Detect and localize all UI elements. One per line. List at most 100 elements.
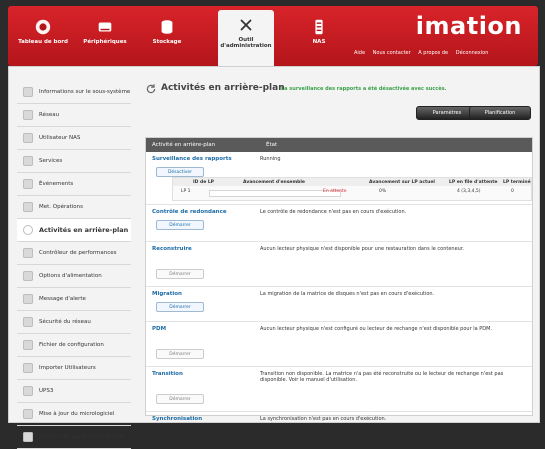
main-content: Informations sur le sous-système Réseau … <box>8 66 540 449</box>
nav-devices[interactable]: Périphériques <box>76 12 134 62</box>
network-icon <box>23 110 33 120</box>
queue-value: 4 (3,3,4,5) <box>457 189 481 194</box>
import-users-icon <box>23 363 33 373</box>
sidebar-item-label: Services <box>39 158 63 164</box>
sidebar-item-firmware-update[interactable]: Mise à jour du micrologiciel <box>17 403 131 426</box>
page-header: Activités en arrière-plan La surveillanc… <box>145 81 531 120</box>
ups-icon <box>23 386 33 396</box>
subtable-col-done: LP terminé <box>503 179 531 185</box>
sidebar-item-label: Réseau <box>39 112 60 118</box>
sidebar-item-configuration-file[interactable]: Fichier de configuration <box>17 334 131 357</box>
done-value: 0 <box>511 189 514 194</box>
sidebar-item-label: Utilisateur NAS <box>39 135 81 141</box>
start-button[interactable]: Démarrer <box>156 302 204 312</box>
performance-icon <box>23 248 33 258</box>
app-frame: imation Tableau de bord Périphériques St… <box>0 0 545 449</box>
activity-status: Le contrôle de redondance n'est pas en c… <box>260 209 407 215</box>
nav-label: Périphériques <box>83 39 127 45</box>
sidebar-item-operations[interactable]: Met. Opérations <box>17 196 131 219</box>
column-header-activity: Activité en arrière-plan <box>152 142 216 148</box>
start-button[interactable]: Démarrer <box>156 220 204 230</box>
sidebar-item-import-users[interactable]: Importer Utilisateurs <box>17 357 131 380</box>
table-row: Surveillance des rapports Running Désact… <box>146 152 532 205</box>
nav-dashboard[interactable]: Tableau de bord <box>14 12 72 62</box>
activity-status: Aucun lecteur physique n'est configuré o… <box>260 326 493 332</box>
table-header: Activité en arrière-plan État <box>146 138 532 152</box>
alert-icon <box>23 294 33 304</box>
top-nav: Tableau de bord Périphériques Stockage O… <box>14 10 530 70</box>
firmware-icon <box>23 409 33 419</box>
sidebar-item-label: Contrôleur de performances <box>39 249 117 256</box>
lp-id: LP 1 <box>181 189 191 194</box>
sidebar-item-label: Options d'alimentation <box>39 273 102 279</box>
sidebar-item-label: Importer Utilisateurs <box>39 365 96 371</box>
sidebar-item-nas-user[interactable]: Utilisateur NAS <box>17 127 131 150</box>
events-icon <box>23 179 33 189</box>
sidebar-item-background-activities[interactable]: Activités en arrière-plan <box>17 219 131 242</box>
subtable-col-queue: LP en file d'attente <box>449 179 498 185</box>
sidebar-item-label: Rétablir les paramètres d'usine <box>39 433 125 440</box>
activity-status: Running <box>260 156 281 162</box>
sidebar-item-alert-message[interactable]: Message d'alerte <box>17 288 131 311</box>
background-activities-table: Activité en arrière-plan État Surveillan… <box>145 137 533 422</box>
table-row: Reconstruire Aucun lecteur physique n'es… <box>146 242 532 287</box>
user-icon <box>23 133 33 143</box>
help-link[interactable]: Aide <box>354 50 365 56</box>
sidebar-item-label: Sécurité du réseau <box>39 319 91 325</box>
subtable-col-overall: Avancement d'ensemble <box>243 179 305 185</box>
operations-icon <box>23 202 33 212</box>
disable-button[interactable]: Désactiver <box>156 167 204 177</box>
table-row: Synchronisation La synchronisation n'est… <box>146 412 532 432</box>
sidebar-item-label: Mise à jour du micrologiciel <box>39 410 115 417</box>
activity-name[interactable]: Migration <box>152 291 182 297</box>
sidebar-item-network[interactable]: Réseau <box>17 104 131 127</box>
page-title: Activités en arrière-plan <box>161 83 285 93</box>
activity-name[interactable]: Contrôle de redondance <box>152 209 227 215</box>
about-link[interactable]: A propos de <box>418 50 448 56</box>
sidebar-item-system-info[interactable]: Informations sur le sous-système <box>17 81 131 104</box>
activity-name[interactable]: Surveillance des rapports <box>152 156 232 162</box>
activity-status: La migration de la matrice de disques n'… <box>260 291 435 297</box>
sidebar-item-ups[interactable]: UPS3 <box>17 380 131 403</box>
reset-icon <box>23 432 33 442</box>
sidebar-item-services[interactable]: Services <box>17 150 131 173</box>
page-area: Activités en arrière-plan La surveillanc… <box>145 81 533 422</box>
sidebar-item-performance-controller[interactable]: Contrôleur de performances <box>17 242 131 265</box>
current-progress: 0% <box>379 189 387 194</box>
services-icon <box>23 156 33 166</box>
nav-label: NAS <box>312 39 326 45</box>
logout-link[interactable]: Déconnexion <box>456 50 489 56</box>
dashboard-icon <box>35 19 51 35</box>
sidebar-item-power-options[interactable]: Options d'alimentation <box>17 265 131 288</box>
contact-link[interactable]: Nous contacter <box>373 50 411 56</box>
refresh-icon <box>146 84 156 94</box>
subtable-row: LP 1 En attente 0% 4 (3,3,4,5) 0 <box>173 186 531 200</box>
top-navigation-bar: imation Tableau de bord Périphériques St… <box>8 6 538 70</box>
sidebar-item-label: Fichier de configuration <box>39 342 104 348</box>
sidebar-item-events[interactable]: Événements <box>17 173 131 196</box>
sidebar-item-label: Message d'alerte <box>39 296 86 302</box>
start-button-disabled[interactable]: Démarrer <box>156 269 204 279</box>
schedule-button[interactable]: Planification <box>469 106 531 120</box>
security-icon <box>23 317 33 327</box>
activity-name[interactable]: Transition <box>152 371 183 377</box>
activity-name[interactable]: PDM <box>152 326 166 332</box>
sidebar-item-label: Met. Opérations <box>39 204 84 210</box>
sidebar-item-label: Activités en arrière-plan <box>39 226 129 234</box>
activity-status: Aucun lecteur physique n'est disponible … <box>260 246 465 252</box>
nav-admin-tools[interactable]: Outil d'administration <box>218 10 274 70</box>
nav-nas[interactable]: NAS <box>290 12 348 62</box>
table-row: Contrôle de redondance Le contrôle de re… <box>146 205 532 242</box>
start-button-disabled[interactable]: Démarrer <box>156 349 204 359</box>
nav-storage[interactable]: Stockage <box>138 12 196 62</box>
sidebar-item-network-security[interactable]: Sécurité du réseau <box>17 311 131 334</box>
sidebar-item-label: Informations sur le sous-système <box>39 88 131 95</box>
activity-name[interactable]: Synchronisation <box>152 416 202 422</box>
activity-name[interactable]: Reconstruire <box>152 246 192 252</box>
subtable-header: ID de LP Avancement d'ensemble Avancemen… <box>173 178 531 186</box>
sidebar-item-factory-reset[interactable]: Rétablir les paramètres d'usine <box>17 426 131 449</box>
subtable-col-id: ID de LP <box>193 179 214 185</box>
power-icon <box>23 271 33 281</box>
start-button-disabled[interactable]: Démarrer <box>156 394 204 404</box>
database-icon <box>161 20 173 34</box>
